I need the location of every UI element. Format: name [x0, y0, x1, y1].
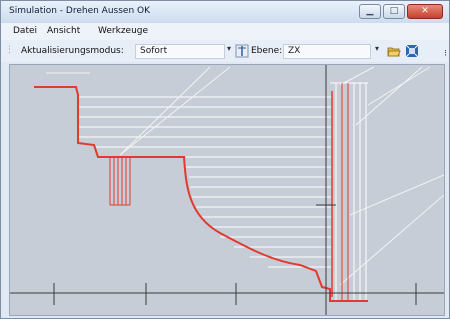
close-icon: ✕ [421, 6, 429, 16]
menu-werkzeuge[interactable]: Werkzeuge [98, 26, 148, 36]
plane-tool-icon[interactable] [235, 44, 249, 58]
toolpath-view [10, 65, 444, 315]
open-folder-icon[interactable] [387, 44, 401, 58]
title-bar[interactable]: Simulation - Drehen Aussen OK ▁ □ ✕ [1, 1, 449, 23]
update-mode-select[interactable]: Sofort [135, 44, 225, 59]
plane-select[interactable]: ZX [283, 44, 371, 59]
window-controls: ▁ □ ✕ [359, 4, 443, 19]
menu-ansicht[interactable]: Ansicht [47, 26, 80, 36]
face-passes-red [341, 83, 349, 301]
simulation-canvas[interactable] [9, 64, 445, 316]
window-title: Simulation - Drehen Aussen OK [9, 6, 151, 16]
roughing-passes [78, 96, 332, 268]
dropdown-arrow-icon[interactable]: ▾ [375, 44, 379, 53]
groove-passes [109, 157, 131, 206]
maximize-icon: □ [389, 6, 399, 16]
toolbar-overflow-icon[interactable]: ⁝ [444, 49, 447, 59]
plane-label: Ebene: [251, 46, 283, 56]
minimize-icon: ▁ [366, 6, 374, 16]
machine-axes [10, 65, 444, 315]
rapid-moves [46, 66, 444, 286]
maximize-button[interactable]: □ [383, 4, 405, 19]
close-button[interactable]: ✕ [407, 4, 443, 19]
minimize-button[interactable]: ▁ [359, 4, 381, 19]
simulation-window: Simulation - Drehen Aussen OK ▁ □ ✕ Date… [0, 0, 450, 319]
update-mode-value: Sofort [140, 46, 168, 56]
update-mode-label: Aktualisierungsmodus: [21, 46, 124, 56]
menu-datei[interactable]: Datei [13, 26, 37, 36]
finishing-contour [34, 86, 368, 302]
grip-icon[interactable]: ⋮ [5, 45, 15, 57]
fit-view-icon[interactable] [405, 44, 419, 58]
menu-bar: Datei Ansicht Werkzeuge [1, 23, 449, 40]
facing-passes [330, 82, 368, 301]
toolbar: ⋮ Aktualisierungsmodus: Sofort ▾ Ebene: … [1, 40, 449, 62]
plane-value: ZX [288, 46, 301, 56]
dropdown-arrow-icon[interactable]: ▾ [227, 44, 231, 53]
